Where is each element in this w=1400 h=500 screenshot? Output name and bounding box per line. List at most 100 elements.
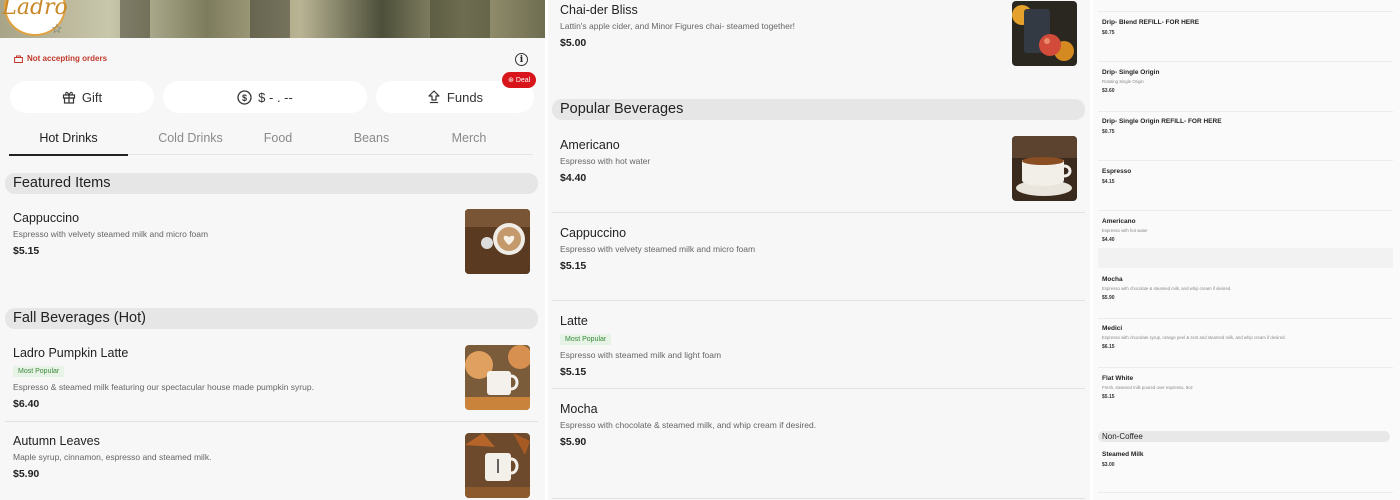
item-name: Flat White (1102, 375, 1134, 382)
menu-item[interactable]: Flat White Fresh, steamed milk poured ov… (1102, 375, 1193, 400)
menu-item[interactable]: Steamed Milk $3.00 (1102, 451, 1144, 468)
item-price: $5.00 (560, 37, 587, 49)
item-price: $3.00 (1102, 462, 1115, 468)
menu-item[interactable]: Latte Most Popular Espresso with steamed… (560, 314, 1000, 378)
item-name: Drip- Single Origin (1102, 69, 1160, 76)
category-tabs: Hot Drinks Cold Drinks Food Beans Merch (9, 126, 533, 156)
store-closed-icon (14, 55, 23, 63)
item-price: $0.75 (1102, 30, 1115, 36)
item-description: Espresso with hot water (1102, 228, 1148, 233)
item-description: Rotating Single Origin (1102, 79, 1144, 84)
menu-item[interactable]: Cappuccino Espresso with velvety steamed… (13, 211, 453, 257)
item-name: Mocha (560, 402, 598, 416)
menu-item[interactable]: Cappuccino Espresso with velvety steamed… (560, 226, 1000, 272)
upload-funds-icon (428, 90, 440, 104)
item-price: $4.40 (1102, 237, 1115, 243)
gift-button[interactable]: Gift (10, 81, 154, 113)
menu-item[interactable]: Americano Espresso with hot water $4.40 (1102, 218, 1148, 243)
item-price: $5.15 (560, 366, 587, 378)
chai-der-bliss-photo (1012, 1, 1077, 66)
item-name: Cappuccino (560, 226, 627, 240)
item-name: Mocha (1102, 276, 1123, 283)
item-name: Latte (560, 314, 588, 328)
order-status: Not accepting orders (14, 54, 107, 63)
menu-item[interactable]: Medici Espresso with chocolate syrup, or… (1102, 325, 1286, 350)
menu-item[interactable]: Autumn Leaves Maple syrup, cinnamon, esp… (13, 434, 453, 480)
tab-food[interactable]: Food (253, 126, 303, 155)
menu-item[interactable]: Americano Espresso with hot water $4.40 (560, 138, 1000, 184)
americano-photo (1012, 136, 1077, 201)
pumpkin-latte-photo (465, 345, 530, 410)
most-popular-badge: Most Popular (560, 334, 612, 345)
tab-hot-drinks[interactable]: Hot Drinks (9, 126, 128, 156)
gift-icon (62, 91, 75, 104)
balance-button[interactable]: $ $ - . -- (163, 81, 367, 113)
tab-merch[interactable]: Merch (440, 126, 498, 155)
item-description: Espresso with velvety steamed milk and m… (560, 244, 756, 254)
item-name: Autumn Leaves (13, 434, 100, 448)
autumn-leaves-photo (465, 433, 530, 498)
item-name: Ladro Pumpkin Latte (13, 346, 129, 360)
store-banner-image (0, 0, 545, 38)
most-popular-badge: Most Popular (13, 366, 65, 377)
balance-label: $ - . -- (258, 89, 293, 105)
item-name: Espresso (1102, 168, 1132, 175)
deal-icon: ⊛ (508, 77, 514, 84)
item-price: $5.15 (13, 245, 40, 257)
store-info-icon[interactable]: i (515, 53, 528, 66)
item-price: $5.15 (1102, 394, 1115, 400)
menu-item[interactable]: Drip- Single Origin REFILL- FOR HERE $0.… (1102, 118, 1222, 135)
item-name: Americano (1102, 218, 1136, 225)
item-price: $5.90 (560, 436, 587, 448)
order-status-text: Not accepting orders (27, 54, 108, 63)
item-price: $4.40 (560, 172, 587, 184)
funds-label: Funds (446, 89, 484, 105)
menu-item[interactable]: Ladro Pumpkin Latte Most Popular Espress… (13, 346, 453, 410)
menu-item[interactable]: Drip- Single Origin Rotating Single Orig… (1102, 69, 1159, 94)
section-featured-items: Featured Items (5, 173, 538, 194)
item-price: $4.15 (1102, 179, 1115, 185)
item-description: Espresso with steamed milk and light foa… (560, 350, 722, 360)
menu-item[interactable]: Espresso $4.15 (1102, 168, 1131, 185)
favorite-star-icon[interactable]: ☆ (51, 21, 63, 37)
section-fall-beverages: Fall Beverages (Hot) (5, 308, 538, 329)
item-name: Americano (560, 138, 620, 152)
item-description: Espresso with velvety steamed milk and m… (13, 229, 209, 239)
menu-item[interactable]: Mocha Espresso with chocolate & steamed … (560, 402, 1000, 448)
item-price: $6.40 (13, 398, 40, 410)
item-description: Fresh, steamed milk poured over espresso… (1102, 385, 1193, 390)
item-name: Steamed Milk (1102, 451, 1144, 458)
section-non-coffee: Non-Coffee (1098, 431, 1390, 442)
menu-item[interactable]: Chai-der Bliss Lattin's apple cider, and… (560, 3, 1000, 49)
gift-label: Gift (81, 89, 103, 105)
menu-item[interactable]: Mocha Espresso with chocolate & steamed … (1102, 276, 1231, 301)
deal-badge[interactable]: ⊛ Deal (502, 72, 537, 88)
menu-item[interactable]: Drip- Blend REFILL- FOR HERE $0.75 (1102, 19, 1199, 36)
item-price: $3.60 (1102, 88, 1115, 94)
compact-menu-panel: Drip- Blend REFILL- FOR HERE $0.75 Drip-… (1093, 0, 1400, 500)
item-price: $6.15 (1102, 344, 1115, 350)
svg-text:$: $ (242, 93, 247, 103)
item-name: Cappuccino (13, 211, 80, 225)
item-name: Chai-der Bliss (560, 3, 638, 17)
item-name: Medici (1102, 325, 1123, 332)
item-description: Maple syrup, cinnamon, espresso and stea… (13, 452, 212, 462)
item-description: Espresso with chocolate & steamed milk, … (560, 420, 817, 430)
tab-cold-drinks[interactable]: Cold Drinks (128, 126, 253, 155)
store-menu-panel: Ladro ☆ Not accepting orders i Gift $ $ … (0, 0, 545, 500)
item-price: $5.90 (13, 468, 40, 480)
item-name: Drip- Single Origin REFILL- FOR HERE (1102, 118, 1222, 125)
menu-list-panel: Chai-der Bliss Lattin's apple cider, and… (548, 0, 1090, 500)
dollar-circle-icon: $ (237, 89, 252, 105)
item-price: $5.15 (560, 260, 587, 272)
section-popular-beverages: Popular Beverages (552, 99, 1085, 120)
item-description: Espresso with chocolate syrup, orange pe… (1102, 335, 1286, 340)
item-description: Espresso & steamed milk featuring our sp… (13, 382, 314, 392)
item-description: Espresso with chocolate & steamed milk, … (1102, 286, 1232, 291)
tab-beans[interactable]: Beans (303, 126, 440, 155)
item-name: Drip- Blend REFILL- FOR HERE (1102, 19, 1200, 26)
item-price: $5.90 (1102, 295, 1115, 301)
cappuccino-photo (465, 209, 530, 274)
item-description: Espresso with hot water (560, 156, 651, 166)
deal-label: Deal (515, 77, 531, 84)
